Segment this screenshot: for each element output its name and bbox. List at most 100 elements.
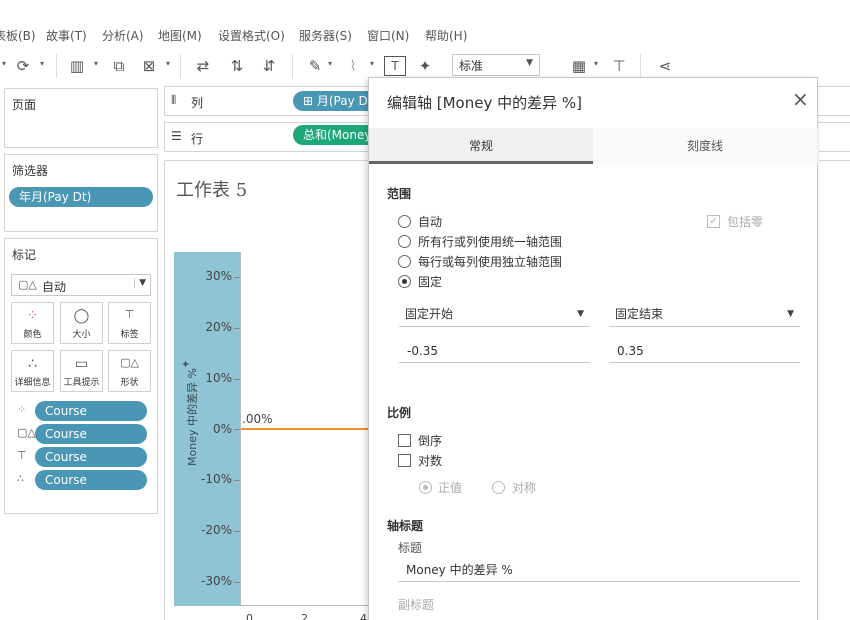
tab-general[interactable]: 常规 [369,128,593,164]
positive-label: 正值 [438,481,463,495]
color-button[interactable]: ⁘ 颜色 [11,302,54,344]
tooltip-icon: ▭ [74,356,89,372]
filter-pill[interactable]: 年月(Pay Dt) [9,187,153,207]
marks-panel: 标记 ▢△ 自动 ▼ ⁘ 颜色 ◯ 大小 ⊤ 标签 ∴ 详细信息 ▭ 工具提示 … [4,238,158,514]
highlight-pen-icon[interactable]: ✎ [304,56,326,76]
fixed-end-input[interactable] [609,339,800,363]
fit-dropdown[interactable]: 标准 ▼ [452,54,540,76]
menu-map[interactable]: 地图(M) [158,27,202,44]
symmetric-label: 对称 [512,481,537,495]
label-button[interactable]: ⊤ 标签 [108,302,151,344]
include-zero-checkbox[interactable]: ✓ [707,215,720,228]
axis-title-input[interactable] [398,558,800,582]
fit-value: 标准 [459,59,484,73]
detail-label: 详细信息 [14,378,51,388]
refresh-caret-icon[interactable]: ▾ [40,59,44,68]
attach-icon[interactable]: ⌇ [342,56,364,76]
dialog-tabs: 常规 刻度线 [369,128,819,164]
x-tick-label: 2 [301,612,308,620]
new-sheet-caret-icon[interactable]: ▾ [94,59,98,68]
size-label: 大小 [72,330,91,340]
pin-icon[interactable]: ✦ [414,56,436,76]
menu-analysis[interactable]: 分析(A) [102,27,144,44]
color-dots-icon: ⁘ [26,308,39,324]
y-tick-label: 0% [212,422,232,436]
subtitle-field-label: 副标题 [398,598,435,612]
fixed-start-input[interactable] [399,339,590,363]
detail-course-pill[interactable]: Course [35,470,147,490]
refresh-icon[interactable]: ⟳ [12,56,34,76]
tab-tick-marks[interactable]: 刻度线 [593,128,817,164]
zero-value-label: .00% [242,412,273,426]
sort-descending-icon[interactable]: ⇵ [258,56,280,76]
color-dots-icon: ⁘ [17,403,27,416]
x-tick-label: 4 [360,612,367,620]
x-tick-label: 0 [246,612,253,620]
chevron-down-icon: ▼ [526,58,533,68]
detail-button[interactable]: ∴ 详细信息 [11,350,54,392]
menu-window[interactable]: 窗口(N) [367,27,409,44]
detail-dots-icon: ∴ [17,472,24,485]
range-option-label: 固定 [418,275,443,289]
show-me-caret-icon[interactable]: ▾ [594,59,598,68]
tooltip-button[interactable]: ▭ 工具提示 [60,350,103,392]
axis-titles-section-title: 轴标题 [387,519,424,533]
label-course-pill[interactable]: Course [35,447,147,467]
mark-type-value: 自动 [42,280,67,294]
reversed-checkbox[interactable] [398,434,411,447]
range-radio-uniform[interactable] [398,235,411,248]
color-label: 颜色 [23,330,42,340]
presentation-icon[interactable]: ⊤ [608,56,630,76]
y-tick-label: 30% [205,269,232,283]
pages-panel: 页面 [4,88,158,148]
menu-help[interactable]: 帮助(H) [425,27,467,44]
menu-server[interactable]: 服务器(S) [299,27,352,44]
filters-title: 筛选器 [12,164,49,178]
toolbar-divider [640,54,641,78]
new-sheet-icon[interactable]: ▥ [66,56,88,76]
columns-label: 列 [191,96,204,110]
automatic-shapes-icon: ▢△ [18,278,37,291]
shape-button[interactable]: ▢△ 形状 [108,350,151,392]
menu-dashboard[interactable]: 表板(B) [0,27,36,44]
clear-sheet-icon[interactable]: ⊠ [138,56,160,76]
color-course-pill[interactable]: Course [35,401,147,421]
share-icon[interactable]: ⋖ [654,56,676,76]
menu-bar: 表板(B) 故事(T) 分析(A) 地图(M) 设置格式(O) 服务器(S) 窗… [0,24,850,46]
clear-caret-icon[interactable]: ▾ [166,59,170,68]
y-tick-label: -30% [200,574,232,588]
range-radio-fixed[interactable] [398,275,411,288]
text-label-icon: ⊤ [124,308,135,321]
tooltip-label: 工具提示 [63,378,100,388]
sort-ascending-icon[interactable]: ⇅ [226,56,248,76]
mark-type-dropdown[interactable]: ▢△ 自动 ▼ [11,274,151,296]
undo-caret-icon[interactable]: ▾ [2,59,6,68]
positive-radio[interactable] [419,481,432,494]
fixed-start-dropdown[interactable]: 固定开始 ▼ [399,303,590,327]
fixed-end-dropdown[interactable]: 固定结束 ▼ [609,303,800,327]
rows-label: 行 [191,132,204,146]
range-radio-auto[interactable] [398,215,411,228]
duplicate-sheet-icon[interactable]: ⧉ [108,56,130,76]
highlight-caret-icon[interactable]: ▾ [328,59,332,68]
shapes-icon: ▢△ [120,356,139,369]
zero-line [241,428,371,430]
range-radio-independent[interactable] [398,255,411,268]
shape-course-pill[interactable]: Course [35,424,147,444]
attach-caret-icon[interactable]: ▾ [370,59,374,68]
size-button[interactable]: ◯ 大小 [60,302,103,344]
scale-section-title: 比例 [387,406,412,420]
swap-icon[interactable]: ⇄ [192,56,214,76]
logarithmic-checkbox[interactable] [398,454,411,467]
text-label-icon[interactable]: T [384,56,406,76]
close-icon[interactable]: × [792,89,809,109]
menu-format[interactable]: 设置格式(O) [218,27,285,44]
toolbar-divider [180,54,181,78]
fixed-end-label: 固定结束 [615,307,664,321]
show-me-icon[interactable]: ▦ [568,56,590,76]
symmetric-radio[interactable] [492,481,505,494]
columns-icon: ⦀ [171,93,177,107]
range-option-label: 每行或每列使用独立轴范围 [418,255,563,269]
range-section-title: 范围 [387,187,412,201]
menu-story[interactable]: 故事(T) [46,27,87,44]
